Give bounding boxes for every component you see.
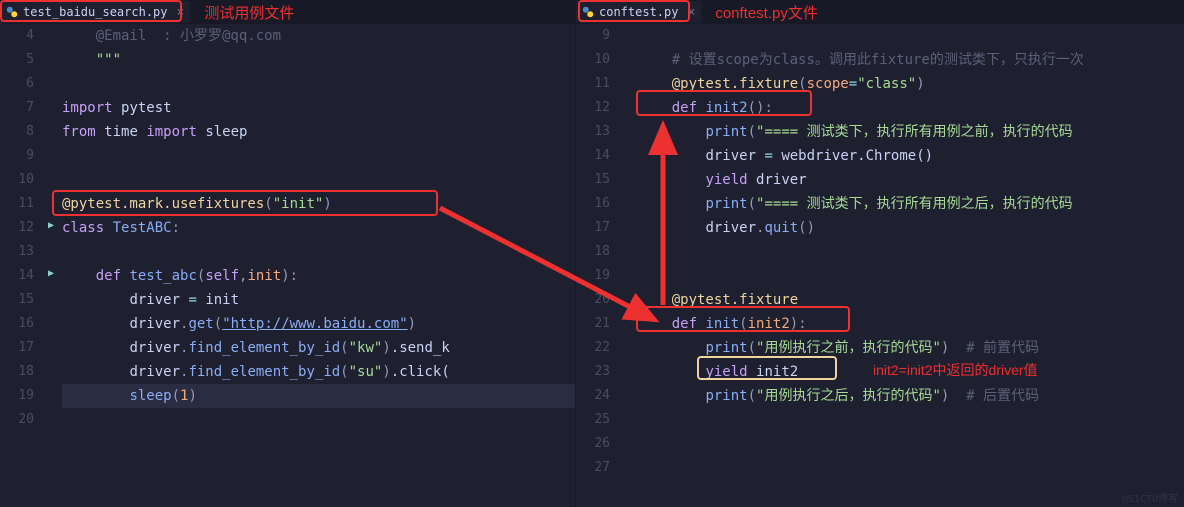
watermark: @51CTO博客 — [1122, 490, 1178, 505]
tab-annotation-left: 测试用例文件 — [204, 2, 294, 23]
editor-pane-left: test_baidu_search.py × 测试用例文件 456 789 10… — [0, 0, 575, 507]
python-file-icon — [6, 6, 18, 18]
fold-marker-icon[interactable]: ▶ — [48, 268, 54, 279]
code-area-right[interactable]: 91011 121314 151617 181920 212223 242526… — [576, 24, 1184, 507]
tab-bar-right: conftest.py × conftest.py文件 — [576, 0, 1184, 24]
editor-pane-right: conftest.py × conftest.py文件 91011 121314… — [575, 0, 1184, 507]
code-area-left[interactable]: 456 789 101112 131415 161718 1920 ▶ ▶ @E… — [0, 24, 575, 507]
fold-gutter-left: ▶ ▶ — [48, 24, 62, 507]
close-icon[interactable]: × — [177, 5, 185, 20]
python-file-icon — [582, 6, 594, 18]
close-icon[interactable]: × — [687, 5, 695, 20]
fold-marker-icon[interactable]: ▶ — [48, 220, 54, 231]
gutter-right: 91011 121314 151617 181920 212223 242526… — [576, 24, 624, 507]
gutter-left: 456 789 101112 131415 161718 1920 — [0, 24, 48, 507]
tab-filename: test_baidu_search.py — [23, 5, 168, 19]
tab-conftest[interactable]: conftest.py × — [576, 1, 701, 23]
tab-annotation-right: conftest.py文件 — [715, 2, 818, 23]
tab-bar-left: test_baidu_search.py × 测试用例文件 — [0, 0, 575, 24]
code-content-left[interactable]: @Email : 小罗罗@qq.com """ import pytest fr… — [62, 24, 575, 507]
fold-gutter-right — [624, 24, 638, 507]
annotation-init2-note: init2=init2中返回的driver值 — [873, 360, 1038, 380]
tab-test-file[interactable]: test_baidu_search.py × — [0, 1, 190, 23]
code-content-right[interactable]: # 设置scope为class。调用此fixture的测试类下，只执行一次 @p… — [638, 24, 1184, 507]
tab-filename: conftest.py — [599, 5, 678, 19]
